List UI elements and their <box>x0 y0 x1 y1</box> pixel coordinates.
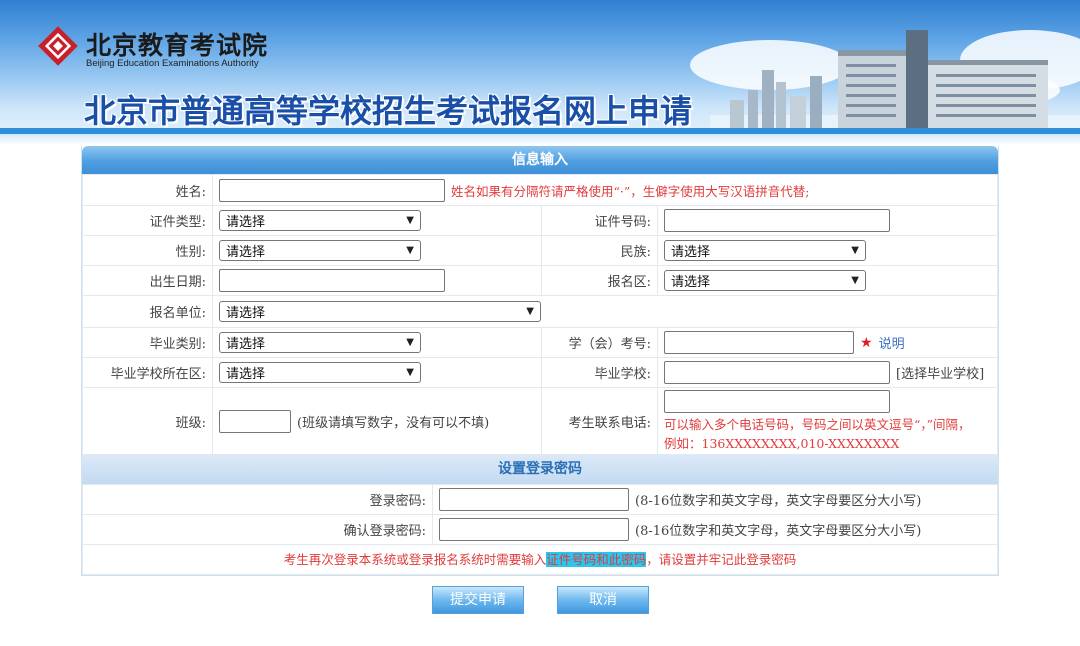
phone-input[interactable] <box>664 389 890 413</box>
select-school-link[interactable]: [选择毕业学校] <box>896 367 984 382</box>
password-section-title: 设置登录密码 <box>82 455 998 484</box>
note-text-before: 考生再次登录本系统或登录报名系统时需要输入 <box>283 552 547 567</box>
unit-value: 请选择 <box>226 306 266 321</box>
school-district-value: 请选择 <box>226 367 266 382</box>
phone-hint-line-1: 可以输入多个电话号码，号码之间以英文逗号“，”间隔， <box>664 416 971 432</box>
id-number-label: 证件号码: <box>541 205 658 236</box>
submit-button[interactable]: 提交申请 <box>432 586 524 614</box>
district-value: 请选择 <box>671 275 711 290</box>
banner-fade <box>0 134 1080 145</box>
org-logo-icon <box>38 26 78 66</box>
unit-select[interactable]: 请选择 ▼ <box>219 301 541 322</box>
application-form: 信息输入 姓名: 姓名如果有分隔符请严格使用“·”，生僻字使用大写汉语拼音代替;… <box>81 146 999 576</box>
school-input[interactable] <box>664 361 890 384</box>
phone-hint: 可以输入多个电话号码，号码之间以英文逗号“，”间隔， 例如：136XXXXXXX… <box>664 415 991 453</box>
district-label: 报名区: <box>541 265 658 296</box>
action-bar: 提交申请 取消 <box>0 586 1080 614</box>
password-note: 考生再次登录本系统或登录报名系统时需要输入证件号码和此密码，请设置并牢记此登录密… <box>82 545 998 575</box>
school-label: 毕业学校: <box>541 357 658 388</box>
school-district-select[interactable]: 请选择 ▼ <box>219 362 421 383</box>
id-type-select[interactable]: 请选择 ▼ <box>219 210 421 231</box>
note-highlight: 证件号码和此密码 <box>546 552 647 567</box>
info-section-title: 信息输入 <box>82 146 998 174</box>
chevron-down-icon: ▼ <box>526 306 534 317</box>
org-name-cn: 北京教育考试院 <box>86 31 269 60</box>
id-type-label: 证件类型: <box>82 205 213 236</box>
gender-label: 性别: <box>82 235 213 266</box>
chevron-down-icon: ▼ <box>851 245 859 256</box>
required-star-icon: ★ <box>860 334 873 351</box>
ethnicity-select[interactable]: 请选择 ▼ <box>664 240 866 261</box>
confirm-password-label: 确认登录密码: <box>82 514 433 545</box>
phone-label: 考生联系电话: <box>541 387 658 455</box>
name-label: 姓名: <box>82 174 213 206</box>
class-hint: (班级请填写数字，没有可以不填) <box>297 415 490 431</box>
confirm-password-hint: (8-16位数字和英文字母，英文字母要区分大小写) <box>635 524 922 539</box>
password-label: 登录密码: <box>82 484 433 515</box>
gender-value: 请选择 <box>226 245 266 260</box>
note-text-after: ，请设置并牢记此登录密码 <box>646 552 797 567</box>
header-banner: 北京教育考试院 Beijing Education Examinations A… <box>0 0 1080 145</box>
chevron-down-icon: ▼ <box>406 337 414 348</box>
class-input[interactable] <box>219 409 291 433</box>
cancel-button[interactable]: 取消 <box>557 586 649 614</box>
id-type-value: 请选择 <box>226 215 266 230</box>
grad-type-label: 毕业类别: <box>82 327 213 358</box>
chevron-down-icon: ▼ <box>406 245 414 256</box>
password-form-table: 登录密码: (8-16位数字和英文字母，英文字母要区分大小写) 确认登录密码: … <box>82 484 998 545</box>
name-hint: 姓名如果有分隔符请严格使用“·”，生僻字使用大写汉语拼音代替; <box>451 183 810 199</box>
id-number-input[interactable] <box>664 209 890 232</box>
grad-type-select[interactable]: 请选择 ▼ <box>219 332 421 353</box>
chevron-down-icon: ▼ <box>406 215 414 226</box>
city-skyline-image <box>710 30 1080 135</box>
exam-no-label: 学（会）考号: <box>541 327 658 358</box>
info-form-table: 姓名: 姓名如果有分隔符请严格使用“·”，生僻字使用大写汉语拼音代替; 证件类型… <box>82 174 998 455</box>
org-name-en: Beijing Education Examinations Authority <box>86 58 259 69</box>
password-input[interactable] <box>439 488 629 511</box>
exam-no-input[interactable] <box>664 331 854 354</box>
password-hint: (8-16位数字和英文字母，英文字母要区分大小写) <box>635 494 922 509</box>
birth-date-input[interactable] <box>219 269 445 292</box>
district-select[interactable]: 请选择 ▼ <box>664 270 866 291</box>
name-input[interactable] <box>219 178 445 202</box>
confirm-password-input[interactable] <box>439 518 629 541</box>
unit-label: 报名单位: <box>82 295 213 328</box>
phone-hint-line-2: 例如：136XXXXXXXX,010-XXXXXXXX <box>664 435 900 451</box>
chevron-down-icon: ▼ <box>406 367 414 378</box>
gender-select[interactable]: 请选择 ▼ <box>219 240 421 261</box>
grad-type-value: 请选择 <box>226 337 266 352</box>
ethnicity-value: 请选择 <box>671 245 711 260</box>
chevron-down-icon: ▼ <box>851 275 859 286</box>
site-title: 北京市普通高等学校招生考试报名网上申请 <box>84 92 693 130</box>
class-label: 班级: <box>82 387 213 455</box>
ethnicity-label: 民族: <box>541 235 658 266</box>
school-district-label: 毕业学校所在区: <box>82 357 213 388</box>
exam-no-help-link[interactable]: 说明 <box>879 337 905 352</box>
birth-date-label: 出生日期: <box>82 265 213 296</box>
